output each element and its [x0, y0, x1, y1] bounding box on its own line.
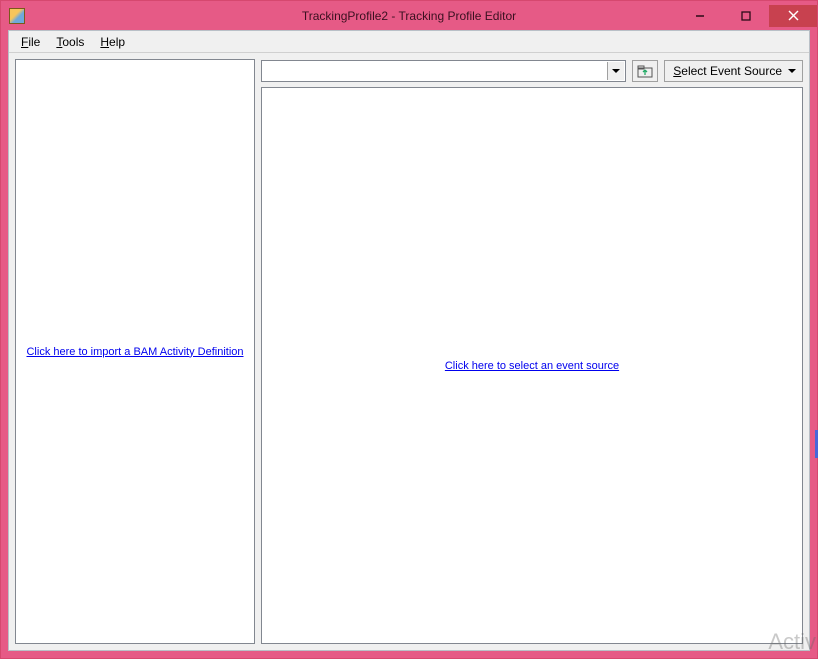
app-window: TrackingProfile2 - Tracking Profile Edit…: [0, 0, 818, 659]
select-event-source-rest: elect Event Source: [681, 64, 782, 78]
up-one-level-button[interactable]: [632, 60, 658, 82]
menubar: File Tools Help: [9, 31, 809, 53]
menu-file-rest: ile: [28, 35, 40, 49]
maximize-icon: [741, 11, 751, 21]
menu-help-rest: elp: [109, 35, 125, 49]
select-event-source-link[interactable]: Click here to select an event source: [445, 360, 619, 372]
close-button[interactable]: [769, 5, 817, 27]
right-column: Select Event Source Click here to select…: [261, 59, 803, 644]
event-source-toolbar: Select Event Source: [261, 59, 803, 83]
menu-help[interactable]: Help: [92, 33, 133, 51]
event-source-combo[interactable]: [261, 60, 626, 82]
import-bam-link[interactable]: Click here to import a BAM Activity Defi…: [26, 346, 243, 358]
event-source-pane: Click here to select an event source: [261, 87, 803, 644]
menu-file[interactable]: File: [13, 33, 48, 51]
titlebar[interactable]: TrackingProfile2 - Tracking Profile Edit…: [1, 1, 817, 30]
window-controls: [677, 5, 817, 27]
select-event-source-button[interactable]: Select Event Source: [664, 60, 803, 82]
up-folder-icon: [637, 64, 653, 78]
chevron-down-icon: [788, 69, 796, 73]
app-icon: [9, 8, 25, 24]
maximize-button[interactable]: [723, 5, 769, 27]
activity-definition-pane: Click here to import a BAM Activity Defi…: [15, 59, 255, 644]
minimize-button[interactable]: [677, 5, 723, 27]
combo-dropdown-button[interactable]: [607, 62, 624, 80]
minimize-icon: [695, 11, 705, 21]
chevron-down-icon: [612, 69, 620, 73]
workarea: Click here to import a BAM Activity Defi…: [9, 53, 809, 650]
menu-tools[interactable]: Tools: [48, 33, 92, 51]
menu-tools-rest: ools: [62, 35, 84, 49]
client-area: File Tools Help Click here to import a B…: [8, 30, 810, 651]
close-icon: [788, 10, 799, 21]
